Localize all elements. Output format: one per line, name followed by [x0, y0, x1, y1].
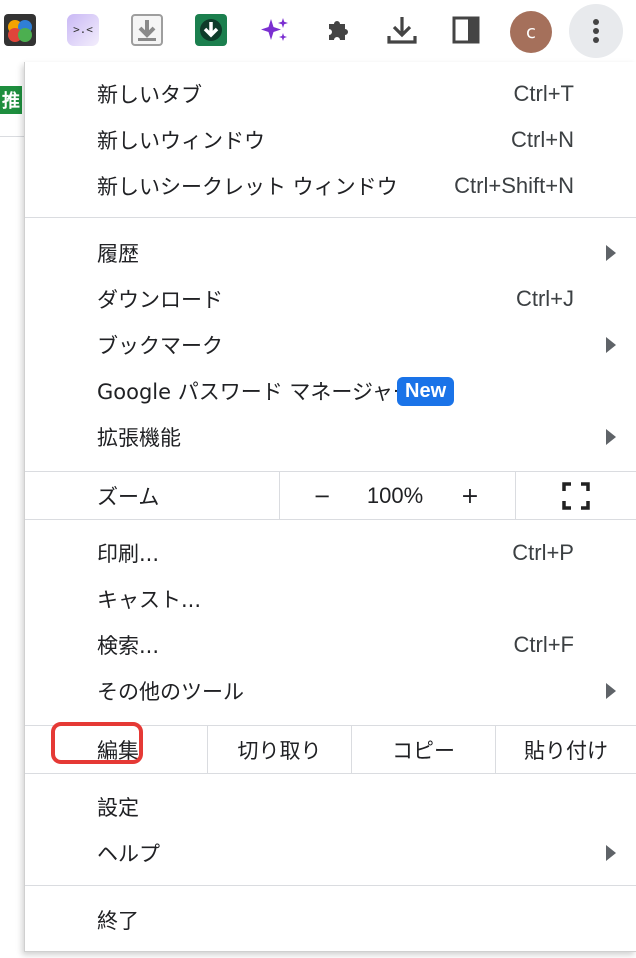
puzzle-extensions-icon[interactable] [322, 13, 356, 47]
menu-item-find[interactable]: 検索... Ctrl+F [25, 622, 636, 668]
face-glyph: >.< [73, 23, 93, 36]
side-panel-icon[interactable] [449, 13, 483, 47]
zoom-out-button[interactable]: − [295, 472, 349, 520]
menu-separator [25, 773, 636, 774]
zoom-level: 100% [366, 483, 424, 508]
downloads-icon[interactable] [385, 13, 419, 47]
three-dots-vertical-icon[interactable] [569, 4, 623, 58]
edit-label: 編集 [97, 739, 139, 763]
menu-item-label: 新しいウィンドウ [97, 129, 265, 153]
fullscreen-icon [562, 482, 590, 510]
menu-item-downloads[interactable]: ダウンロード Ctrl+J [25, 276, 636, 322]
menu-item-label: 拡張機能 [97, 426, 181, 450]
submenu-arrow-icon [606, 337, 616, 353]
download-arrow-extension-icon[interactable] [130, 13, 164, 47]
page-badge: 推 [0, 86, 22, 114]
menu-item-shortcut: Ctrl+J [515, 286, 574, 311]
fullscreen-button[interactable] [516, 472, 636, 520]
submenu-arrow-icon [606, 845, 616, 861]
paste-button[interactable]: 貼り付け [496, 726, 636, 774]
zoom-divider [279, 472, 280, 520]
menu-separator [25, 519, 636, 520]
menu-item-label: 履歴 [97, 242, 139, 266]
menu-item-label: Google パスワード マネージャー [97, 380, 414, 404]
cut-button[interactable]: 切り取り [208, 726, 351, 774]
browser-toolbar: >.< c [0, 0, 636, 62]
menu-item-new-incognito-window[interactable]: 新しいシークレット ウィンドウ Ctrl+Shift+N [25, 163, 636, 209]
menu-item-bookmarks[interactable]: ブックマーク [25, 322, 636, 368]
face-extension-icon[interactable]: >.< [66, 13, 100, 47]
page-divider [0, 136, 26, 137]
menu-item-shortcut: Ctrl+P [512, 540, 574, 565]
new-badge: New [397, 376, 455, 406]
brain-extension-icon[interactable] [3, 13, 37, 47]
menu-item-label: 印刷... [97, 542, 160, 566]
menu-item-label: キャスト... [97, 588, 202, 612]
edit-row: 編集 切り取り コピー 貼り付け [25, 726, 636, 774]
menu-item-cast[interactable]: キャスト... [25, 576, 636, 622]
menu-item-shortcut: Ctrl+T [513, 81, 575, 106]
avatar-letter: c [526, 21, 536, 43]
menu-item-settings[interactable]: 設定 [25, 784, 636, 830]
zoom-label: ズーム [97, 485, 160, 509]
menu-item-history[interactable]: 履歴 [25, 230, 636, 276]
menu-item-new-tab[interactable]: 新しいタブ Ctrl+T [25, 71, 636, 117]
submenu-arrow-icon [606, 683, 616, 699]
menu-separator [25, 885, 636, 886]
sparkle-icon[interactable] [258, 13, 292, 47]
menu-item-label: ヘルプ [97, 842, 160, 866]
menu-item-shortcut: Ctrl+N [511, 127, 574, 152]
menu-item-label: 新しいタブ [97, 83, 202, 107]
menu-item-label: 検索... [97, 634, 160, 658]
menu-item-more-tools[interactable]: その他のツール [25, 668, 636, 714]
page-badge-text: 推 [2, 91, 20, 112]
menu-item-print[interactable]: 印刷... Ctrl+P [25, 530, 636, 576]
page-background [0, 62, 26, 958]
menu-item-label: ダウンロード [97, 288, 223, 312]
menu-item-shortcut: Ctrl+Shift+N [454, 173, 574, 198]
menu-item-password-manager[interactable]: Google パスワード マネージャー New [25, 368, 636, 414]
menu-item-exit[interactable]: 終了 [25, 897, 636, 943]
submenu-arrow-icon [606, 245, 616, 261]
menu-item-shortcut: Ctrl+F [513, 632, 575, 657]
copy-button[interactable]: コピー [352, 726, 495, 774]
profile-avatar[interactable]: c [510, 11, 552, 53]
menu-item-label: 新しいシークレット ウィンドウ [97, 175, 398, 199]
menu-item-new-window[interactable]: 新しいウィンドウ Ctrl+N [25, 117, 636, 163]
submenu-arrow-icon [606, 429, 616, 445]
menu-item-label: ブックマーク [97, 334, 223, 358]
menu-separator [25, 217, 636, 218]
menu-item-extensions[interactable]: 拡張機能 [25, 414, 636, 460]
chrome-main-menu: 新しいタブ Ctrl+T 新しいウィンドウ Ctrl+N 新しいシークレット ウ… [24, 62, 636, 952]
zoom-row: ズーム − 100% + [25, 472, 636, 520]
zoom-in-button[interactable]: + [443, 472, 497, 520]
green-shield-download-icon[interactable] [194, 13, 228, 47]
menu-item-help[interactable]: ヘルプ [25, 830, 636, 876]
menu-item-label: その他のツール [97, 680, 244, 704]
menu-item-label: 設定 [97, 796, 139, 820]
menu-item-label: 終了 [97, 909, 139, 933]
